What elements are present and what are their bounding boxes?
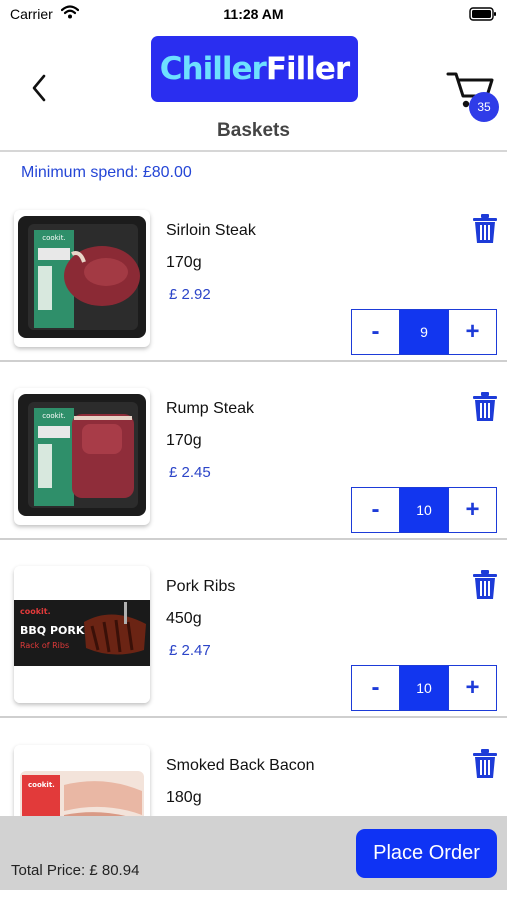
remove-item-button[interactable] <box>472 392 498 422</box>
divider <box>0 150 507 152</box>
quantity-value: 10 <box>400 666 448 710</box>
quantity-stepper: - 9 + <box>351 309 497 355</box>
divider <box>0 538 507 540</box>
product-name: Sirloin Steak <box>166 222 256 239</box>
quantity-stepper: - 10 + <box>351 487 497 533</box>
basket-list[interactable]: cookit. Sirloin Steak 170g £ 2.92 - 9 + … <box>0 200 507 816</box>
chevron-left-icon <box>32 74 46 102</box>
basket-item: cookit. Rump Steak 170g £ 2.45 - 10 + <box>0 378 507 556</box>
trash-icon <box>473 392 497 421</box>
product-weight: 180g <box>166 789 202 806</box>
bacon-package-image: cookit. <box>14 745 150 816</box>
cart-count-badge: 35 <box>469 92 499 122</box>
brand-text: cookit. <box>20 607 51 616</box>
product-name: Pork Ribs <box>166 578 236 595</box>
quantity-stepper: - 10 + <box>351 665 497 711</box>
decrease-quantity-button[interactable]: - <box>352 488 400 532</box>
product-image: cookit. <box>14 210 150 347</box>
page-title: Baskets <box>217 120 290 141</box>
remove-item-button[interactable] <box>472 570 498 600</box>
bbq-pork-ribs-image: cookit. BBQ PORK Rack of Ribs <box>14 566 150 703</box>
remove-item-button[interactable] <box>472 749 498 779</box>
remove-item-button[interactable] <box>472 214 498 244</box>
product-name: Smoked Back Bacon <box>166 757 315 774</box>
ribs-title-text: BBQ PORK <box>20 624 85 637</box>
status-bar: Carrier 11:28 AM <box>0 0 507 28</box>
logo-text-chiller: Chiller <box>159 51 267 87</box>
trash-icon <box>473 214 497 243</box>
increase-quantity-button[interactable]: + <box>448 488 496 532</box>
steak-package-image: cookit. <box>18 216 146 338</box>
battery-icon <box>469 7 497 26</box>
product-price: £ 2.92 <box>169 286 211 303</box>
ribs-subtitle-text: Rack of Ribs <box>20 641 69 650</box>
product-weight: 170g <box>166 432 202 449</box>
total-price: Total Price: £ 80.94 <box>11 862 140 879</box>
product-image: cookit. <box>14 388 150 525</box>
product-weight: 450g <box>166 610 202 627</box>
trash-icon <box>473 749 497 778</box>
brand-text: cookit. <box>42 412 65 420</box>
decrease-quantity-button[interactable]: - <box>352 666 400 710</box>
app-header: ChillerFiller 35 <box>0 28 507 122</box>
quantity-value: 10 <box>400 488 448 532</box>
product-image: cookit. BBQ PORK Rack of Ribs <box>14 566 150 703</box>
logo-text: ChillerFiller <box>159 51 350 87</box>
order-footer: Total Price: £ 80.94 Place Order <box>0 816 507 890</box>
basket-item: cookit. Smoked Back Bacon 180g <box>0 735 507 816</box>
product-price: £ 2.47 <box>169 642 211 659</box>
steak-package-image: cookit. <box>18 394 146 516</box>
quantity-value: 9 <box>400 310 448 354</box>
brand-text: cookit. <box>28 781 55 789</box>
bottom-safe-area <box>0 890 507 900</box>
app-logo: ChillerFiller <box>151 36 358 102</box>
increase-quantity-button[interactable]: + <box>448 310 496 354</box>
trash-icon <box>473 570 497 599</box>
brand-text: cookit. <box>42 234 65 242</box>
clock-time: 11:28 AM <box>223 6 284 22</box>
divider <box>0 360 507 362</box>
basket-item: cookit. Sirloin Steak 170g £ 2.92 - 9 + <box>0 200 507 378</box>
divider <box>0 716 507 718</box>
decrease-quantity-button[interactable]: - <box>352 310 400 354</box>
back-button[interactable] <box>24 70 54 106</box>
product-image: cookit. <box>14 745 150 816</box>
product-weight: 170g <box>166 254 202 271</box>
logo-text-filler: Filler <box>265 51 350 87</box>
increase-quantity-button[interactable]: + <box>448 666 496 710</box>
product-name: Rump Steak <box>166 400 255 417</box>
basket-item: cookit. BBQ PORK Rack of Ribs Pork Ribs … <box>0 556 507 734</box>
minimum-spend-label: Minimum spend: £80.00 <box>21 164 192 181</box>
place-order-button[interactable]: Place Order <box>356 829 497 878</box>
product-price: £ 2.45 <box>169 464 211 481</box>
